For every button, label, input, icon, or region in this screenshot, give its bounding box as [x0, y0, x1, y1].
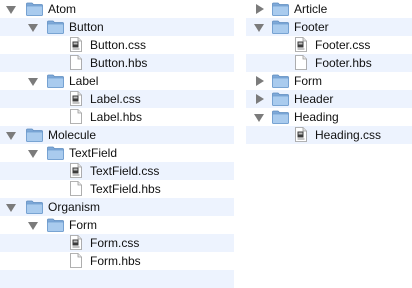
tree-label: Footer — [294, 20, 329, 34]
tree-row-button-css[interactable]: Button.css — [0, 36, 234, 54]
tree-label: Heading.css — [315, 128, 382, 142]
folder-icon — [26, 2, 43, 16]
tree-row-button-hbs[interactable]: Button.hbs — [0, 54, 234, 72]
folder-icon — [26, 200, 43, 214]
tree-row-label-css[interactable]: Label.css — [0, 90, 234, 108]
folder-icon — [26, 128, 43, 142]
tree-label: Form.css — [90, 236, 140, 250]
tree-row-label-hbs[interactable]: Label.hbs — [0, 108, 234, 126]
folder-icon — [272, 110, 289, 124]
tree-row-form[interactable]: Form — [0, 216, 234, 234]
tree-row-footer-css[interactable]: Footer.css — [246, 36, 412, 54]
tree-row-footer[interactable]: Footer — [246, 18, 412, 36]
folder-icon — [47, 74, 64, 88]
tree-row-header[interactable]: Header — [246, 90, 412, 108]
disclosure-expanded-icon[interactable] — [6, 204, 16, 212]
tree-label: Button.css — [90, 38, 147, 52]
tree-label: TextField.css — [90, 164, 160, 178]
folder-icon — [272, 74, 289, 88]
tree-label: Button — [69, 20, 104, 34]
tree-label: Form — [294, 74, 322, 88]
text-file-icon — [295, 55, 307, 70]
tree-row-footer-hbs[interactable]: Footer.hbs — [246, 54, 412, 72]
css-file-icon — [70, 163, 82, 178]
tree-row-organism[interactable]: Organism — [0, 198, 234, 216]
disclosure-expanded-icon[interactable] — [6, 132, 16, 140]
tree-label: Heading — [294, 110, 339, 124]
tree-row-molecule[interactable]: Molecule — [0, 126, 234, 144]
tree-label: Header — [294, 92, 334, 106]
tree-row-form[interactable]: Form — [246, 72, 412, 90]
css-file-icon — [70, 91, 82, 106]
disclosure-expanded-icon[interactable] — [28, 78, 38, 86]
text-file-icon — [70, 55, 82, 70]
folder-icon — [272, 20, 289, 34]
disclosure-expanded-icon[interactable] — [254, 114, 264, 122]
css-file-icon — [295, 127, 307, 142]
tree-label: Label.hbs — [90, 110, 143, 124]
tree-label: Form.hbs — [90, 254, 141, 268]
folder-icon — [47, 218, 64, 232]
disclosure-expanded-icon[interactable] — [6, 6, 16, 14]
disclosure-collapsed-icon[interactable] — [256, 76, 264, 86]
tree-row-form-hbs[interactable]: Form.hbs — [0, 252, 234, 270]
tree-label: Button.hbs — [90, 56, 148, 70]
tree-label: TextField.hbs — [90, 182, 161, 196]
tree-row-form-css[interactable]: Form.css — [0, 234, 234, 252]
tree-label: Label.css — [90, 92, 141, 106]
disclosure-expanded-icon[interactable] — [28, 24, 38, 32]
css-file-icon — [295, 37, 307, 52]
text-file-icon — [70, 109, 82, 124]
right-file-tree: Article Footer Footer.css Footer.hbs For… — [246, 0, 412, 144]
tree-label: TextField — [69, 146, 118, 160]
tree-row-label[interactable]: Label — [0, 72, 234, 90]
tree-row-heading-css[interactable]: Heading.css — [246, 126, 412, 144]
tree-label: Footer.hbs — [315, 56, 372, 70]
tree-row-empty — [0, 270, 234, 288]
tree-row-textfield[interactable]: TextField — [0, 144, 234, 162]
left-file-tree: Atom Button Button.css Button.hbs Label … — [0, 0, 234, 288]
disclosure-expanded-icon[interactable] — [28, 150, 38, 158]
text-file-icon — [70, 181, 82, 196]
folder-icon — [47, 146, 64, 160]
tree-label: Molecule — [48, 128, 97, 142]
tree-label: Label — [69, 74, 99, 88]
tree-row-button[interactable]: Button — [0, 18, 234, 36]
folder-icon — [272, 2, 289, 16]
text-file-icon — [70, 253, 82, 268]
disclosure-collapsed-icon[interactable] — [256, 94, 264, 104]
css-file-icon — [70, 235, 82, 250]
tree-row-article[interactable]: Article — [246, 0, 412, 18]
disclosure-expanded-icon[interactable] — [28, 222, 38, 230]
disclosure-expanded-icon[interactable] — [254, 24, 264, 32]
css-file-icon — [70, 37, 82, 52]
tree-label: Organism — [48, 200, 101, 214]
tree-label: Form — [69, 218, 97, 232]
tree-label: Atom — [48, 2, 77, 16]
tree-row-textfield-css[interactable]: TextField.css — [0, 162, 234, 180]
disclosure-collapsed-icon[interactable] — [256, 4, 264, 14]
folder-icon — [272, 92, 289, 106]
tree-row-heading[interactable]: Heading — [246, 108, 412, 126]
folder-icon — [47, 20, 64, 34]
tree-row-atom[interactable]: Atom — [0, 0, 234, 18]
tree-row-textfield-hbs[interactable]: TextField.hbs — [0, 180, 234, 198]
tree-label: Article — [294, 2, 328, 16]
tree-label: Footer.css — [315, 38, 371, 52]
